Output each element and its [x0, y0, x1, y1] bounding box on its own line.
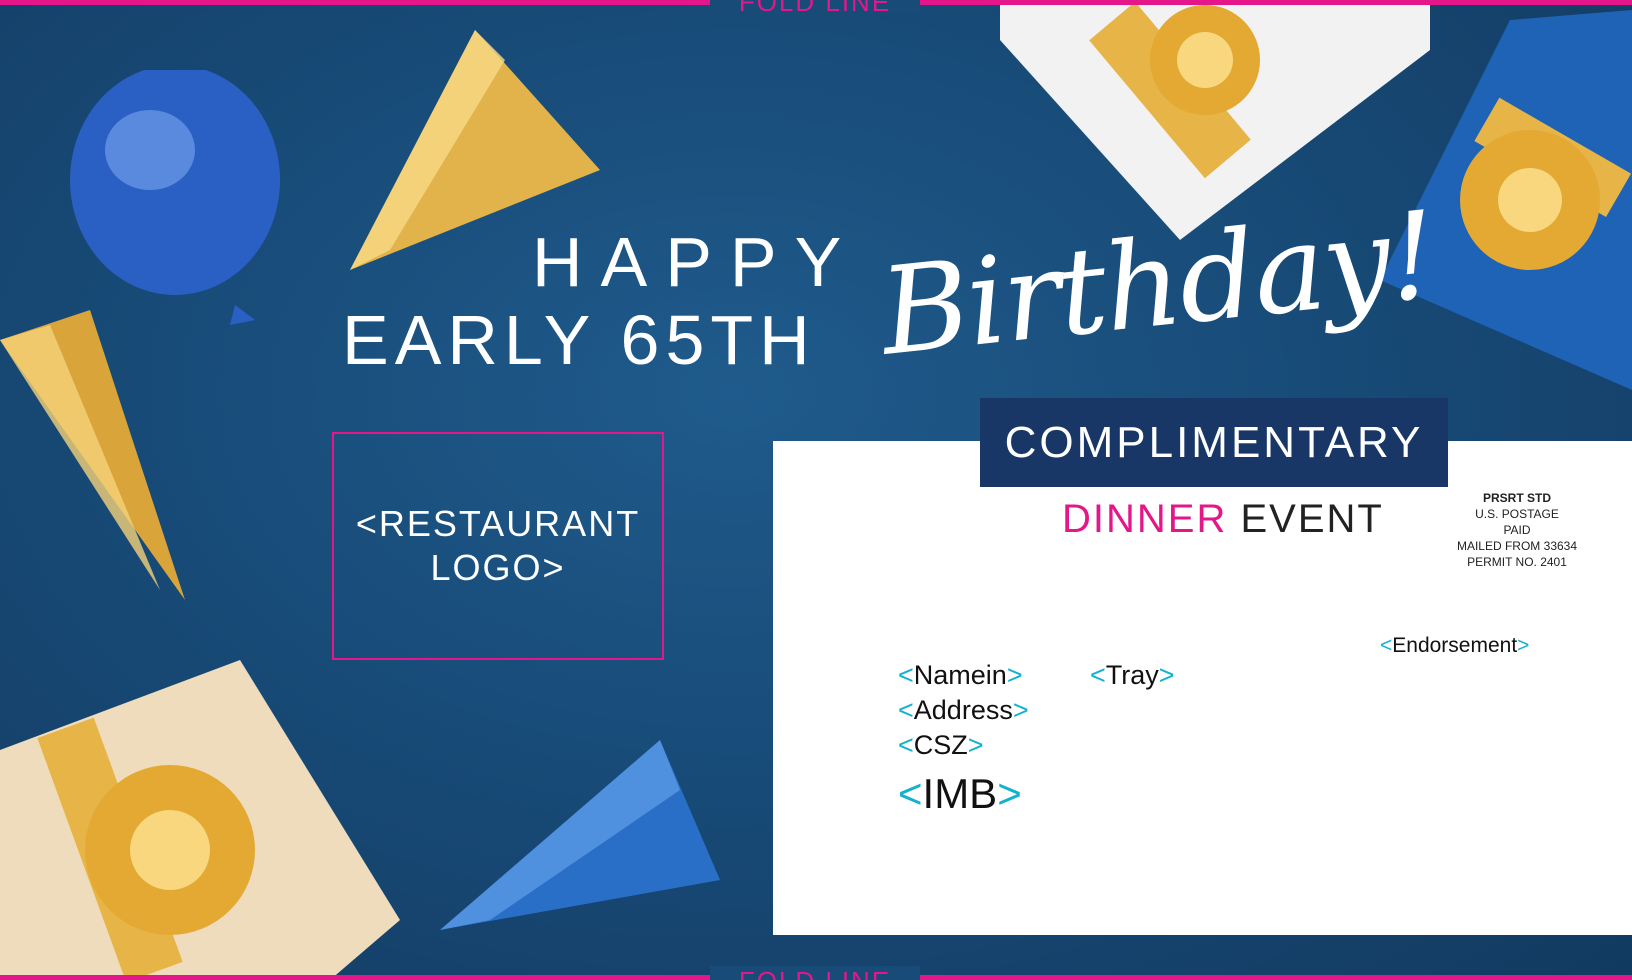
imb-field: <IMB>: [898, 770, 1022, 818]
endorsement-label: Endorsement: [1392, 634, 1518, 657]
logo-placeholder-line1: <RESTAURANT: [355, 503, 641, 544]
event-word-dinner: DINNER: [1062, 497, 1228, 541]
address-label: Address: [913, 695, 1013, 725]
tray-label: Tray: [1105, 660, 1159, 690]
headline-early-65th: EARLY 65TH: [342, 301, 816, 379]
postcard-canvas: FOLD LINE FOLD LINE HAPPY EARLY 65TH Bir…: [0, 0, 1632, 980]
bracket-open: <: [898, 730, 914, 760]
postage-indicia: PRSRT STD U.S. POSTAGE PAID MAILED FROM …: [1450, 490, 1584, 570]
namein-field: <Namein>: [898, 660, 1023, 691]
bracket-close: >: [1006, 660, 1023, 690]
endorsement-field: <Endorsement>: [1380, 634, 1529, 658]
bracket-open: <: [1090, 660, 1106, 690]
address-field: <Address>: [898, 695, 1029, 726]
fold-line-top-label: FOLD LINE: [710, 0, 920, 14]
headline-happy: HAPPY: [532, 223, 860, 301]
postage-line-1: PRSRT STD: [1482, 491, 1551, 505]
bracket-close: >: [967, 730, 984, 760]
logo-placeholder-line2: LOGO>: [430, 547, 566, 588]
complimentary-banner: COMPLIMENTARY: [980, 398, 1448, 487]
event-word-event: EVENT: [1240, 497, 1384, 541]
cream-gift-icon: [0, 660, 400, 980]
postage-line-2: U.S. POSTAGE: [1475, 507, 1559, 521]
bracket-close: >: [1012, 695, 1029, 725]
imb-label: IMB: [922, 770, 998, 817]
csz-label: CSZ: [913, 730, 968, 760]
bracket-open: <: [898, 770, 923, 817]
namein-label: Namein: [913, 660, 1007, 690]
postage-line-5: PERMIT NO. 2401: [1467, 555, 1567, 569]
postage-line-3: PAID: [1503, 523, 1531, 537]
restaurant-logo-placeholder: <RESTAURANT LOGO>: [332, 432, 664, 660]
headline-birthday-script: Birthday!: [874, 186, 1442, 383]
bracket-close: >: [997, 770, 1022, 817]
bracket-open: <: [898, 695, 914, 725]
tray-field: <Tray>: [1090, 660, 1175, 691]
dinner-event-title: DINNER EVENT: [1062, 497, 1384, 542]
csz-field: <CSZ>: [898, 730, 984, 761]
fold-line-bottom-label: FOLD LINE: [710, 966, 920, 980]
balloon-icon: [70, 70, 280, 325]
bracket-close: >: [1517, 634, 1530, 657]
bracket-open: <: [898, 660, 914, 690]
blue-party-hat-icon: [440, 740, 720, 930]
postage-line-4: MAILED FROM 33634: [1456, 539, 1578, 553]
bracket-close: >: [1158, 660, 1175, 690]
gold-party-hat-icon: [0, 310, 185, 600]
bracket-open: <: [1380, 634, 1393, 657]
